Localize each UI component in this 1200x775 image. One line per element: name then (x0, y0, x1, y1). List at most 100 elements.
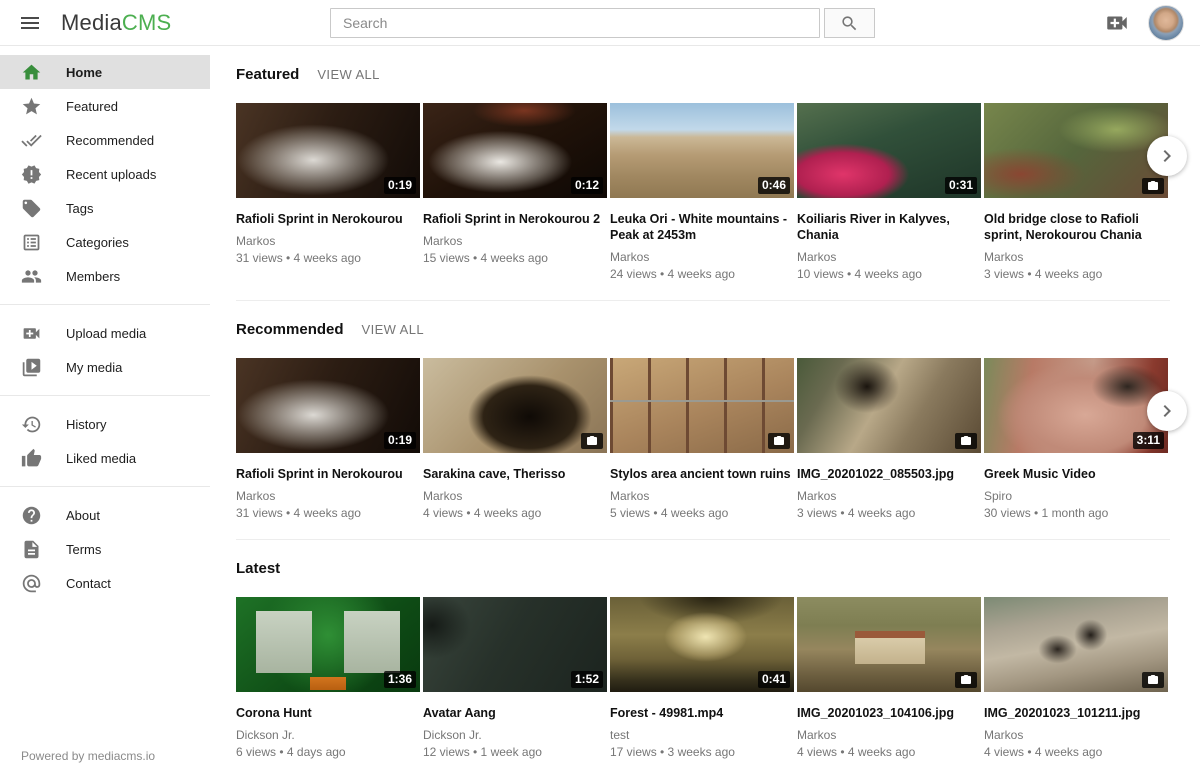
media-author[interactable]: Markos (797, 489, 981, 503)
sidebar-item-label: About (66, 508, 100, 523)
media-thumbnail[interactable]: 0:46 (610, 103, 794, 198)
photo-badge (955, 433, 977, 449)
media-title[interactable]: Rafioli Sprint in Nerokourou (236, 466, 420, 482)
media-author[interactable]: Markos (984, 250, 1168, 264)
members-icon (21, 266, 42, 287)
sidebar-item-label: Tags (66, 201, 93, 216)
media-title[interactable]: Rafioli Sprint in Nerokourou (236, 211, 420, 227)
media-meta: 30 views • 1 month ago (984, 506, 1168, 520)
media-title[interactable]: Leuka Ori - White mountains - Peak at 24… (610, 211, 794, 243)
user-avatar[interactable] (1148, 5, 1184, 41)
view-all-link[interactable]: VIEW ALL (362, 322, 424, 337)
sidebar-item-terms[interactable]: Terms (0, 532, 210, 566)
media-title[interactable]: Greek Music Video (984, 466, 1168, 482)
sidebar-item-about[interactable]: About (0, 498, 210, 532)
media-author[interactable]: Markos (797, 250, 981, 264)
media-title[interactable]: Avatar Aang (423, 705, 607, 721)
media-author[interactable]: Markos (236, 489, 420, 503)
media-thumbnail[interactable]: 3:11 (984, 358, 1168, 453)
sidebar-item-label: Featured (66, 99, 118, 114)
powered-by-text[interactable]: Powered by mediacms.io (0, 749, 210, 763)
section-recommended: Recommended VIEW ALL 0:19 Rafioli Sprint… (236, 301, 1170, 540)
photo-icon (586, 435, 598, 447)
view-all-link[interactable]: VIEW ALL (317, 67, 379, 82)
sidebar-item-members[interactable]: Members (0, 259, 210, 293)
search-button[interactable] (824, 8, 875, 38)
main-content: Featured VIEW ALL 0:19 Rafioli Sprint in… (210, 46, 1200, 775)
media-title[interactable]: IMG_20201022_085503.jpg (797, 466, 981, 482)
terms-icon (21, 539, 42, 560)
sidebar-item-featured[interactable]: Featured (0, 89, 210, 123)
sidebar-item-liked-media[interactable]: Liked media (0, 441, 210, 475)
media-author[interactable]: test (610, 728, 794, 742)
star-icon (21, 96, 42, 117)
search-bar (330, 8, 875, 38)
media-thumbnail[interactable]: 1:52 (423, 597, 607, 692)
photo-badge (955, 672, 977, 688)
logo[interactable]: MediaCMS (61, 10, 171, 36)
media-title[interactable]: Rafioli Sprint in Nerokourou 2 (423, 211, 607, 227)
media-title[interactable]: Forest - 49981.mp4 (610, 705, 794, 721)
sidebar-item-recent-uploads[interactable]: Recent uploads (0, 157, 210, 191)
media-meta: 4 views • 4 weeks ago (423, 506, 607, 520)
media-title[interactable]: Koiliaris River in Kalyves, Chania (797, 211, 981, 243)
sidebar-item-tags[interactable]: Tags (0, 191, 210, 225)
photo-icon (773, 435, 785, 447)
sidebar-item-home[interactable]: Home (0, 55, 210, 89)
media-card: IMG_20201023_104106.jpg Markos 4 views •… (797, 597, 981, 759)
media-title[interactable]: Old bridge close to Rafioli sprint, Nero… (984, 211, 1168, 243)
media-thumbnail[interactable] (610, 358, 794, 453)
photo-badge (1142, 178, 1164, 194)
sidebar-item-recommended[interactable]: Recommended (0, 123, 210, 157)
media-row: 0:19 Rafioli Sprint in Nerokourou Markos… (236, 358, 1170, 520)
media-thumbnail[interactable] (423, 358, 607, 453)
sidebar-item-history[interactable]: History (0, 407, 210, 441)
media-author[interactable]: Markos (423, 234, 607, 248)
duration-badge: 0:46 (758, 177, 790, 194)
media-thumbnail[interactable]: 0:12 (423, 103, 607, 198)
sidebar-item-categories[interactable]: Categories (0, 225, 210, 259)
media-author[interactable]: Dickson Jr. (423, 728, 607, 742)
sidebar-item-my-media[interactable]: My media (0, 350, 210, 384)
section-title: Latest (236, 560, 280, 577)
media-card: 1:52 Avatar Aang Dickson Jr. 12 views • … (423, 597, 607, 759)
video-upload-icon[interactable] (1104, 10, 1130, 36)
search-input[interactable] (330, 8, 820, 38)
sidebar-item-contact[interactable]: Contact (0, 566, 210, 600)
photo-icon (1147, 674, 1159, 686)
chevron-right-icon (1155, 144, 1179, 168)
media-author[interactable]: Markos (984, 728, 1168, 742)
logo-text-cms: CMS (122, 10, 172, 35)
media-thumbnail[interactable] (984, 597, 1168, 692)
sidebar: Home Featured Recommended Recent uploads… (0, 46, 210, 775)
media-thumbnail[interactable]: 0:31 (797, 103, 981, 198)
media-author[interactable]: Markos (610, 489, 794, 503)
media-author[interactable]: Markos (797, 728, 981, 742)
media-thumbnail[interactable] (797, 597, 981, 692)
media-thumbnail[interactable] (984, 103, 1168, 198)
duration-badge: 0:31 (945, 177, 977, 194)
media-author[interactable]: Dickson Jr. (236, 728, 420, 742)
media-author[interactable]: Markos (236, 234, 420, 248)
media-thumbnail[interactable] (797, 358, 981, 453)
media-thumbnail[interactable]: 0:19 (236, 358, 420, 453)
media-title[interactable]: Sarakina cave, Therisso (423, 466, 607, 482)
media-author[interactable]: Markos (610, 250, 794, 264)
photo-badge (581, 433, 603, 449)
sidebar-item-upload-media[interactable]: Upload media (0, 316, 210, 350)
section-title: Featured (236, 66, 299, 83)
media-card: IMG_20201022_085503.jpg Markos 3 views •… (797, 358, 981, 520)
media-thumbnail[interactable]: 0:19 (236, 103, 420, 198)
media-title[interactable]: IMG_20201023_101211.jpg (984, 705, 1168, 721)
media-thumbnail[interactable]: 0:41 (610, 597, 794, 692)
menu-icon[interactable] (18, 11, 42, 35)
media-thumbnail[interactable]: 1:36 (236, 597, 420, 692)
media-title[interactable]: IMG_20201023_104106.jpg (797, 705, 981, 721)
media-author[interactable]: Spiro (984, 489, 1168, 503)
media-author[interactable]: Markos (423, 489, 607, 503)
scroll-right-button[interactable] (1147, 391, 1187, 431)
sidebar-item-label: Contact (66, 576, 111, 591)
media-title[interactable]: Corona Hunt (236, 705, 420, 721)
scroll-right-button[interactable] (1147, 136, 1187, 176)
media-title[interactable]: Stylos area ancient town ruins (610, 466, 794, 482)
